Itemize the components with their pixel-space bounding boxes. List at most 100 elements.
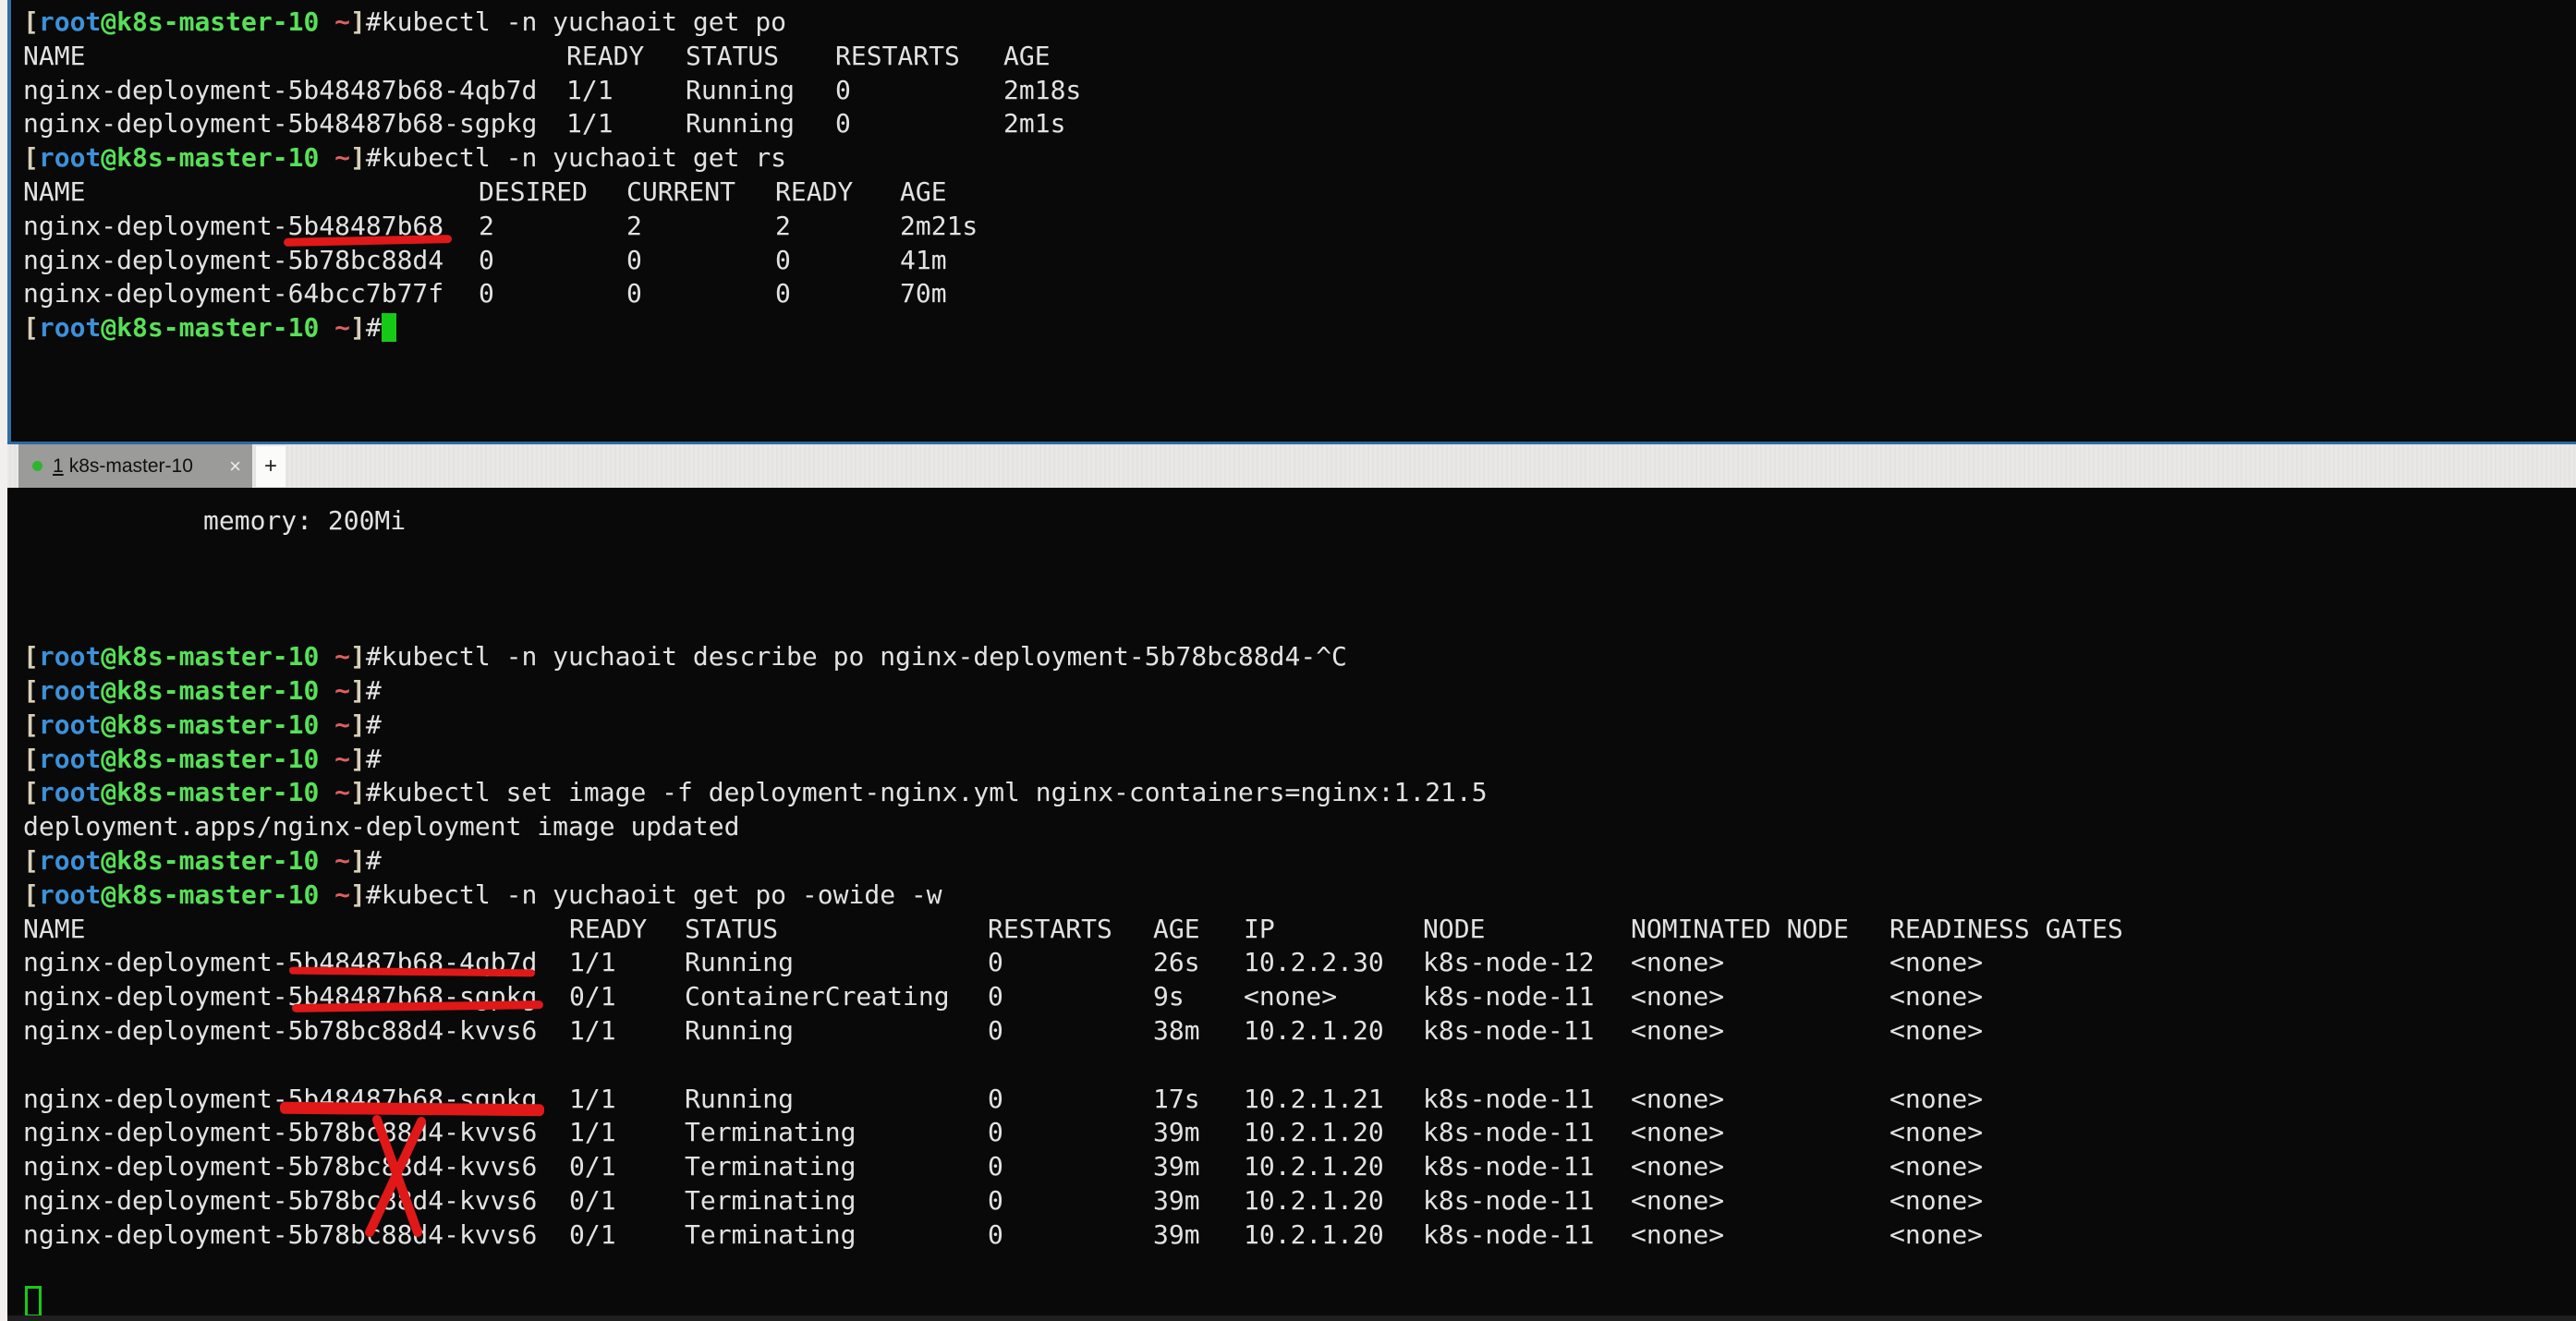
pod-ready: 1/1 xyxy=(566,107,686,141)
rs-desired: 0 xyxy=(479,244,626,278)
pod-nominated-node: <none> xyxy=(1631,980,1889,1014)
pod-readiness-gates: <none> xyxy=(1889,1218,1983,1253)
prompt-bracket: [ xyxy=(23,744,39,774)
table-row: nginx-deployment-5b48487b68-4qb7d1/1Runn… xyxy=(23,74,2576,108)
pod-ip: 10.2.1.20 xyxy=(1244,1150,1423,1184)
pod-ready: 1/1 xyxy=(569,1083,685,1117)
pod-ready: 1/1 xyxy=(569,1014,685,1048)
pod-name: nginx-deployment-5b78bc88d4-kvvs6 xyxy=(23,1150,569,1184)
terminal-pane-top[interactable]: [root@k8s-master-10 ~]# kubectl -n yuchao… xyxy=(7,0,2576,442)
rs-ready: 0 xyxy=(775,244,900,278)
pod-age: 26s xyxy=(1153,946,1244,980)
pod-age: 39m xyxy=(1153,1218,1244,1253)
pod-node: k8s-node-11 xyxy=(1423,1184,1631,1218)
prompt-bracket: ] xyxy=(350,845,366,876)
pod-name: nginx-deployment-5b78bc88d4-kvvs6 xyxy=(23,1116,569,1150)
red-underline-annotation xyxy=(280,1102,544,1116)
col-name: NAME xyxy=(23,176,479,210)
pod-age: 39m xyxy=(1153,1184,1244,1218)
prompt-bracket: ] xyxy=(350,142,366,173)
pod-age: 39m xyxy=(1153,1150,1244,1184)
pod-name: nginx-deployment-5b78bc88d4-kvvs6 xyxy=(23,1218,569,1253)
rs-current: 0 xyxy=(626,244,775,278)
memory-value: memory: 200Mi xyxy=(203,505,406,536)
prompt-user: root xyxy=(39,142,101,173)
prompt-host: @k8s-master-10 xyxy=(101,142,319,173)
prompt-tilde: ~ xyxy=(319,777,350,807)
prompt-tilde: ~ xyxy=(319,312,350,343)
pod-status: Terminating xyxy=(685,1218,988,1253)
pod-node: k8s-node-11 xyxy=(1423,1014,1631,1048)
prompt-tilde: ~ xyxy=(319,744,350,774)
table-row: nginx-deployment-64bcc7b77f00070m xyxy=(23,277,2576,311)
pod-status: Terminating xyxy=(685,1116,988,1150)
prompt-line: [root@k8s-master-10 ~]# xyxy=(23,674,2576,709)
pod-restarts: 0 xyxy=(835,107,1003,141)
col-status: STATUS xyxy=(686,40,835,74)
prompt-bracket: [ xyxy=(23,675,39,706)
pod-ready: 0/1 xyxy=(569,980,685,1014)
prompt-tilde: ~ xyxy=(319,709,350,740)
table-header: NAMEDESIREDCURRENTREADYAGE xyxy=(23,176,2576,210)
rs-current: 2 xyxy=(626,210,775,244)
pod-readiness-gates: <none> xyxy=(1889,1083,1983,1117)
window-bottom-edge xyxy=(7,1315,2576,1321)
prompt-bracket: [ xyxy=(23,845,39,876)
terminal-cursor xyxy=(382,313,396,342)
pod-nominated-node: <none> xyxy=(1631,1116,1889,1150)
prompt-bracket: ] xyxy=(350,641,366,672)
rs-age: 2m21s xyxy=(900,210,978,244)
prompt-line: [root@k8s-master-10 ~]#kubectl -n yuchao… xyxy=(23,141,2576,176)
pod-node: k8s-node-12 xyxy=(1423,946,1631,980)
command-text: kubectl -n yuchaoit get po -owide -w xyxy=(382,879,942,910)
terminal-cursor-unfocused xyxy=(25,1286,42,1317)
col-ready: READY xyxy=(775,176,900,210)
tab-bar: 1 k8s-master-10 × + xyxy=(0,442,2576,488)
command-text: kubectl -n yuchaoit get rs xyxy=(382,142,786,173)
prompt-line: [root@k8s-master-10 ~]# xyxy=(23,311,2576,345)
col-name: NAME xyxy=(23,40,566,74)
prompt-hash: # xyxy=(366,675,382,706)
col-ip: IP xyxy=(1244,913,1423,947)
pod-readiness-gates: <none> xyxy=(1889,1184,1983,1218)
pod-status: ContainerCreating xyxy=(685,980,988,1014)
new-tab-button[interactable]: + xyxy=(256,446,286,487)
pod-status: Terminating xyxy=(685,1184,988,1218)
pod-ip: 10.2.1.20 xyxy=(1244,1116,1423,1150)
prompt-hash: # xyxy=(366,709,382,740)
prompt-host: @k8s-master-10 xyxy=(101,879,319,910)
pod-status: Running xyxy=(686,74,835,108)
prompt-host: @k8s-master-10 xyxy=(101,675,319,706)
prompt-hash: # xyxy=(366,142,382,173)
pod-restarts: 0 xyxy=(988,1150,1153,1184)
terminal-pane-bottom[interactable]: memory: 200Mi [root@k8s-master-10 ~]#kub… xyxy=(7,488,2576,1315)
pod-age: 39m xyxy=(1153,1116,1244,1150)
prompt-line: [root@k8s-master-10 ~]# xyxy=(23,844,2576,879)
col-ready: READY xyxy=(566,40,686,74)
pod-name: nginx-deployment-5b78bc88d4-kvvs6 xyxy=(23,1014,569,1048)
close-icon[interactable]: × xyxy=(229,456,241,477)
table-row: nginx-deployment-5b78bc88d4-kvvs60/1Term… xyxy=(23,1150,2576,1184)
image-updated-message: deployment.apps/nginx-deployment image u… xyxy=(23,811,739,842)
pod-age: 38m xyxy=(1153,1014,1244,1048)
pod-status: Running xyxy=(686,107,835,141)
prompt-line: [root@k8s-master-10 ~]#kubectl set image… xyxy=(23,776,2576,810)
prompt-tilde: ~ xyxy=(319,6,350,37)
prompt-user: root xyxy=(39,744,101,774)
table-row: nginx-deployment-5b78bc88d4-kvvs61/1Runn… xyxy=(23,1014,2576,1048)
rs-ready: 0 xyxy=(775,277,900,311)
tab-k8s-master-10[interactable]: 1 k8s-master-10 × xyxy=(18,444,252,488)
pod-nominated-node: <none> xyxy=(1631,1218,1889,1253)
pod-ready: 0/1 xyxy=(569,1218,685,1253)
pod-ready: 0/1 xyxy=(569,1150,685,1184)
table-row: nginx-deployment-5b78bc88d4-kvvs60/1Term… xyxy=(23,1184,2576,1218)
pod-ip: 10.2.1.20 xyxy=(1244,1218,1423,1253)
command-text: kubectl -n yuchaoit describe po nginx-de… xyxy=(382,641,1347,672)
pod-restarts: 0 xyxy=(988,946,1153,980)
prompt-hash: # xyxy=(366,777,382,807)
rs-desired: 2 xyxy=(479,210,626,244)
command-text: kubectl set image -f deployment-nginx.ym… xyxy=(382,777,1488,807)
pod-name: nginx-deployment-5b48487b68-sgpkg xyxy=(23,107,566,141)
prompt-line: [root@k8s-master-10 ~]# xyxy=(23,743,2576,777)
pod-nominated-node: <none> xyxy=(1631,1014,1889,1048)
